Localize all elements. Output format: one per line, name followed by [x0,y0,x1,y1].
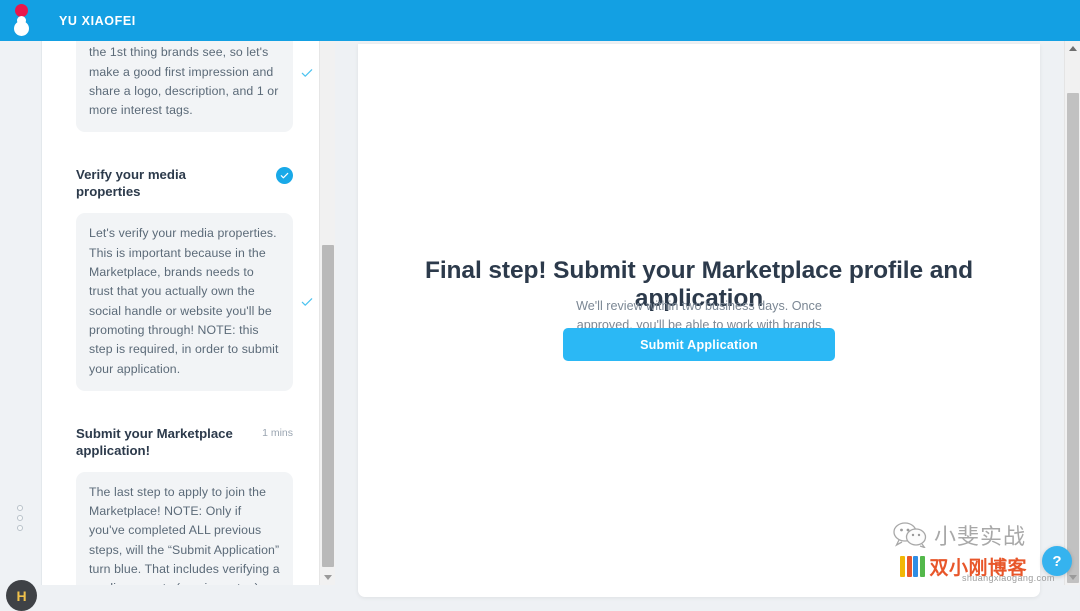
check-icon [301,298,313,306]
panel-scrollbar[interactable] [319,41,335,585]
checklist-section-title: Verify your media properties [76,167,186,200]
three-dots-vertical-icon[interactable] [17,505,23,531]
checklist-section-header-verify[interactable]: Verify your media properties [76,166,293,200]
window-scrollbar-thumb[interactable] [1067,93,1079,583]
window-scrollbar[interactable] [1064,41,1080,585]
snowman-logo-icon[interactable] [0,0,42,41]
onboarding-checklist-panel: Marketplace Profile pops! It'll be the 1… [42,41,319,585]
checklist-bubble-verify: Let's verify your media properties. This… [76,213,293,391]
dot-1 [17,505,23,511]
main-content-area: Final step! Submit your Marketplace prof… [336,41,1065,597]
list-item: The last step to apply to join the Marke… [76,471,293,585]
left-icon-rail: H [0,41,42,611]
list-item: Marketplace Profile pops! It'll be the 1… [76,41,313,133]
scroll-down-arrow-icon[interactable] [1069,575,1077,580]
submit-application-button[interactable]: Submit Application [563,328,835,361]
help-button[interactable]: ? [1042,546,1072,576]
checklist-section-title: Submit your Marketplace application! [76,425,233,458]
top-bar: YU XIAOFEI [0,0,1080,41]
checklist-scroll-content: Marketplace Profile pops! It'll be the 1… [42,41,319,585]
brand-name: YU XIAOFEI [59,13,136,28]
status-badge [276,167,293,185]
checklist-bubble-submit: The last step to apply to join the Marke… [76,471,293,585]
dot-2 [17,515,23,521]
final-step-card: Final step! Submit your Marketplace prof… [358,44,1040,597]
check-icon [280,173,289,179]
logo-white-dot-large [14,21,29,36]
scroll-down-arrow-icon[interactable] [324,575,332,580]
checklist-section-duration: 1 mins [262,426,293,439]
panel-scrollbar-thumb[interactable] [322,245,334,567]
check-icon [301,68,313,77]
list-item: Let's verify your media properties. This… [76,213,313,391]
checklist-bubble-profile: Marketplace Profile pops! It'll be the 1… [76,41,293,133]
checklist-section-header-submit[interactable]: Submit your Marketplace application! 1 m… [76,425,293,459]
scroll-up-arrow-icon[interactable] [1069,46,1077,51]
dot-3 [17,525,23,531]
